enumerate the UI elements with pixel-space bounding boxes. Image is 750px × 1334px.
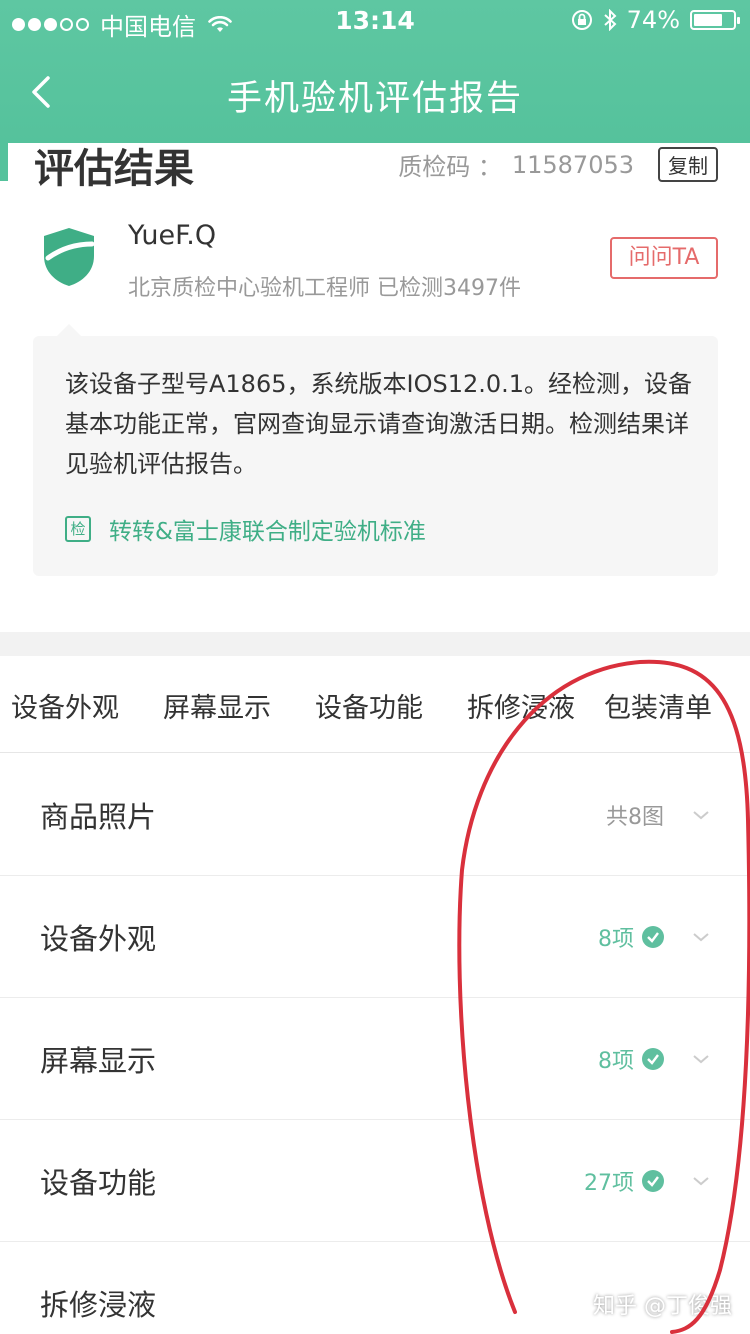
tab-appearance[interactable]: 设备外观 [11, 686, 119, 725]
qc-code-row: 质检码 ： 11587053 复制 [398, 147, 718, 182]
list-item[interactable]: 设备功能 27项 [0, 1120, 750, 1242]
ask-ta-button[interactable]: 问问TA [610, 237, 718, 279]
section-divider [0, 632, 750, 656]
battery-icon [690, 10, 740, 30]
row-label: 商品照片 [40, 800, 157, 834]
row-count: 8项 [598, 1049, 634, 1074]
inspector-name: YueF.Q [128, 220, 217, 251]
standard-link[interactable]: 检 转转&富士康联合制定验机标准 [65, 512, 426, 546]
status-right: 74% [571, 6, 740, 34]
tab-repair-liquid[interactable]: 拆修浸液 [467, 686, 575, 725]
check-circle-icon [642, 1170, 664, 1192]
chevron-down-icon [693, 811, 709, 820]
tab-device-function[interactable]: 设备功能 [315, 686, 423, 725]
nav-bar: 手机验机评估报告 [0, 50, 750, 140]
chevron-down-icon [693, 1055, 709, 1064]
row-label: 拆修浸液 [40, 1288, 157, 1322]
row-meta: 27项 [584, 1165, 710, 1197]
chevron-down-icon [693, 933, 709, 942]
tab-screen-display[interactable]: 屏幕显示 [163, 686, 271, 725]
list-item[interactable]: 设备外观 8项 [0, 876, 750, 998]
summary-text: 该设备子型号A1865，系统版本IOS12.0.1。经检测，设备基本功能正常，官… [65, 370, 693, 478]
header: 中国电信 13:14 74% 手机验机评估报告 [0, 0, 750, 143]
zhihu-watermark: 知乎 @丁俊强 [593, 1294, 732, 1319]
row-meta: 8项 [598, 1043, 710, 1075]
bluetooth-icon [603, 9, 617, 31]
qc-code: 11587053 [511, 150, 634, 179]
battery-percent: 74% [626, 6, 680, 34]
row-count: 共8图 [606, 805, 664, 830]
row-meta: 8项 [598, 921, 710, 953]
row-label: 屏幕显示 [40, 1044, 157, 1078]
chevron-down-icon [693, 1177, 709, 1186]
inspector-description: 北京质检中心验机工程师 已检测3497件 [128, 276, 521, 301]
section-accent-bar [0, 143, 8, 181]
row-count: 27项 [584, 1171, 634, 1196]
result-title: 评估结果 [34, 146, 194, 192]
row-meta: 共8图 [606, 799, 710, 831]
list-item[interactable]: 商品照片 共8图 [0, 754, 750, 876]
row-label: 设备功能 [40, 1166, 157, 1200]
shield-icon [44, 228, 95, 286]
row-count: 8项 [598, 927, 634, 952]
inspect-badge-icon: 检 [65, 516, 91, 542]
page-title: 手机验机评估报告 [226, 79, 523, 119]
lock-rotation-icon [571, 10, 592, 30]
category-tabs: 设备外观 屏幕显示 设备功能 拆修浸液 包装清单 [0, 656, 750, 753]
list-item[interactable]: 屏幕显示 8项 [0, 998, 750, 1120]
qc-label: 质检码 ： [398, 153, 502, 181]
row-label: 设备外观 [40, 922, 157, 956]
check-circle-icon [642, 1048, 664, 1070]
standard-text: 转转&富士康联合制定验机标准 [109, 519, 426, 545]
tab-package-list[interactable]: 包装清单 [604, 686, 712, 725]
copy-button[interactable]: 复制 [658, 147, 718, 182]
status-bar: 中国电信 13:14 74% [0, 0, 750, 42]
check-circle-icon [642, 926, 664, 948]
summary-box: 该设备子型号A1865，系统版本IOS12.0.1。经检测，设备基本功能正常，官… [33, 324, 718, 576]
